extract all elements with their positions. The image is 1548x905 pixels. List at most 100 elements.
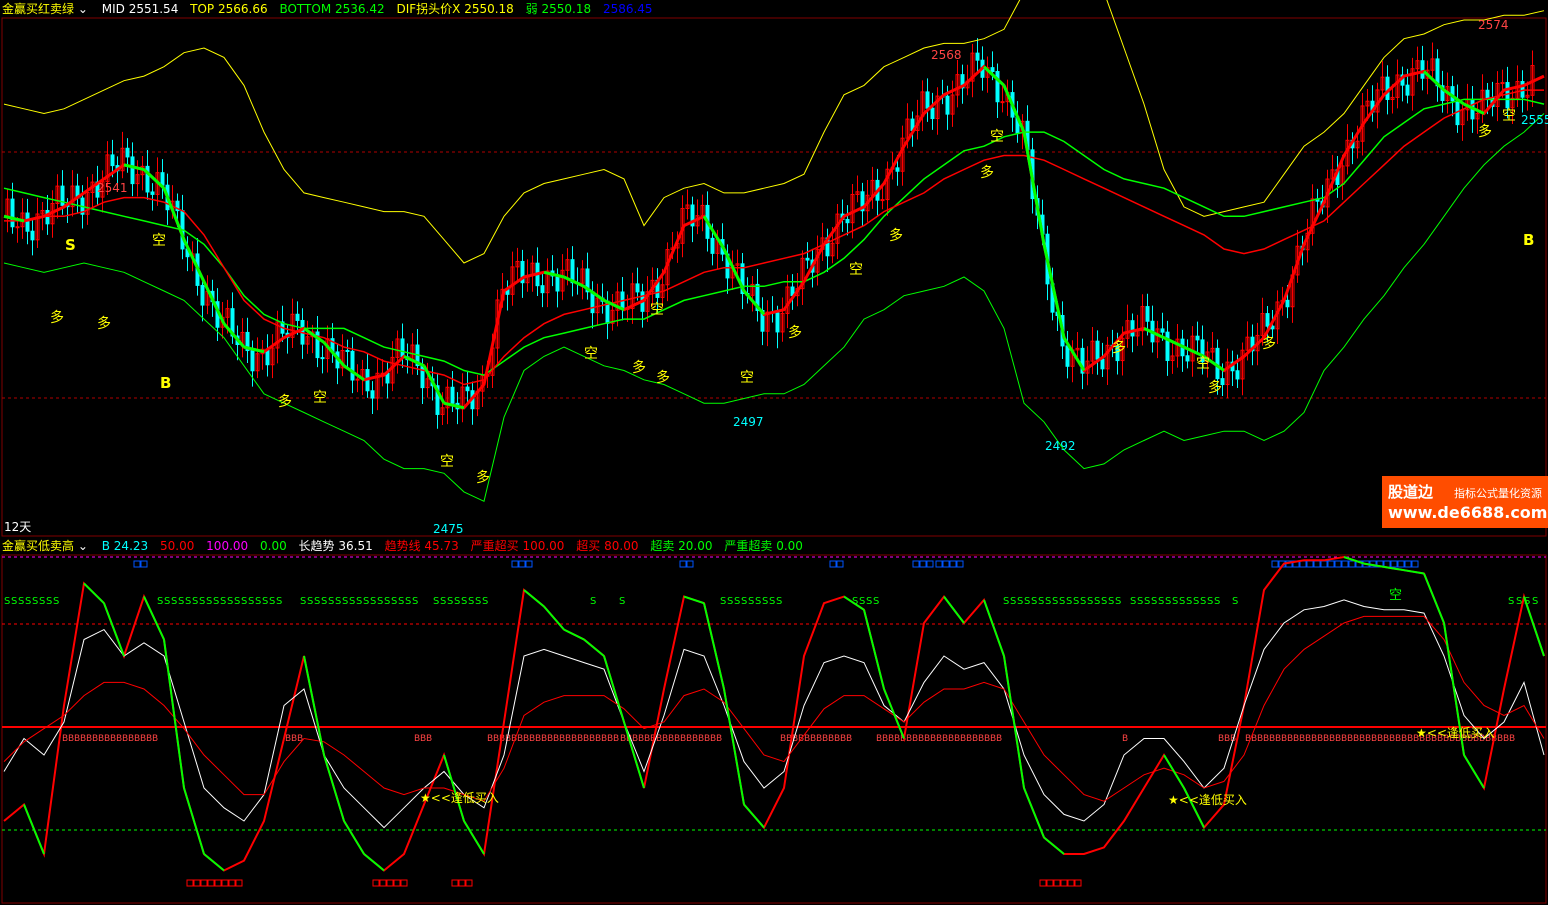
s-marker: S: [1045, 596, 1051, 607]
watermark-tagline: 指标公式量化资源: [1454, 487, 1542, 500]
svg-text:多: 多: [1478, 123, 1492, 140]
s-marker: S: [398, 596, 404, 607]
candle-body: [1500, 82, 1505, 85]
svg-text:空: 空: [584, 346, 598, 362]
candle-body: [200, 284, 205, 306]
s-marker: S: [199, 596, 205, 607]
osc-down-segment: [683, 595, 705, 605]
s-marker: S: [164, 596, 170, 607]
osc-down-segment: [863, 609, 885, 690]
lower-oscillator-chart[interactable]: SSSSSSSSSSSSSSSSSSSSSSSSSSSSSSSSSSSSSSSS…: [0, 537, 1548, 905]
candle-body: [1505, 82, 1510, 109]
top-box: [1411, 560, 1419, 568]
candle-body: [150, 191, 155, 195]
candle-body: [895, 167, 900, 172]
s-marker: S: [1232, 596, 1238, 607]
svg-text:多: 多: [632, 359, 646, 376]
candle-body: [540, 285, 545, 294]
bottom-box: [1053, 879, 1061, 887]
top-box: [140, 560, 148, 568]
top-box: [511, 560, 519, 568]
top-box: [1271, 560, 1279, 568]
s-marker: S: [248, 596, 254, 607]
s-marker: S: [461, 596, 467, 607]
bottom-box: [221, 879, 229, 887]
top-box: [949, 560, 957, 568]
candle-body: [45, 209, 50, 225]
s-marker: S: [206, 596, 212, 607]
s-marker: S: [776, 596, 782, 607]
svg-text:多: 多: [788, 324, 802, 341]
osc-line-1: [3, 599, 1545, 829]
candle-body: [975, 52, 980, 61]
osc-down-segment: [1363, 562, 1385, 568]
top-box: [912, 560, 920, 568]
top-box: [919, 560, 927, 568]
candle-body: [1000, 101, 1005, 104]
candle-body: [320, 357, 325, 360]
s-marker: S: [213, 596, 219, 607]
s-marker: S: [39, 596, 45, 607]
s-marker: S: [363, 596, 369, 607]
bottom-box: [1060, 879, 1068, 887]
s-marker: S: [1193, 596, 1199, 607]
s-marker: S: [433, 596, 439, 607]
s-marker: S: [1144, 596, 1150, 607]
s-marker: S: [384, 596, 390, 607]
candle-body: [1520, 81, 1525, 98]
upper-price-chart[interactable]: 2541 2568 2574 2475 2497 2492 S B B 空多多 …: [0, 0, 1548, 537]
top-box: [1404, 560, 1412, 568]
osc-down-segment: [723, 688, 745, 805]
top-box: [935, 560, 943, 568]
bottom-box: [186, 879, 194, 887]
osc-down-segment: [1463, 754, 1485, 789]
candle-body: [945, 95, 950, 115]
top-box: [926, 560, 934, 568]
candle-body: [30, 230, 35, 241]
osc-down-segment: [203, 853, 225, 872]
b-marker: B: [152, 734, 158, 744]
s-marker: S: [32, 596, 38, 607]
s-marker: S: [1017, 596, 1023, 607]
candle-body: [1265, 313, 1270, 327]
s-marker: S: [1059, 596, 1065, 607]
osc-down-segment: [1403, 569, 1425, 575]
s-marker: S: [1080, 596, 1086, 607]
candle-body: [990, 67, 995, 73]
osc-down-segment: [343, 820, 365, 855]
s-marker: S: [356, 596, 362, 607]
candle-body: [555, 275, 560, 292]
s-marker: S: [307, 596, 313, 607]
s-marker: S: [1200, 596, 1206, 607]
svg-text:空: 空: [313, 390, 327, 406]
s-marker: S: [53, 596, 59, 607]
osc-down-segment: [463, 820, 485, 855]
s-marker: S: [1207, 596, 1213, 607]
candle-body: [845, 218, 850, 224]
candle-body: [450, 386, 455, 404]
osc-down-segment: [983, 599, 1005, 657]
top-box: [1313, 560, 1321, 568]
s-marker: S: [762, 596, 768, 607]
s-marker: S: [1179, 596, 1185, 607]
candle-body: [925, 91, 930, 109]
b-marker: B: [426, 734, 432, 744]
peak-label: 2568: [931, 48, 962, 62]
s-marker: S: [25, 596, 31, 607]
top-box: [1306, 560, 1314, 568]
top-box: [836, 560, 844, 568]
bottom-box: [1067, 879, 1075, 887]
s-marker: S: [349, 596, 355, 607]
right-price: 2555: [1521, 113, 1548, 127]
bottom-box: [235, 879, 243, 887]
s-marker: S: [171, 596, 177, 607]
bottom-box: [458, 879, 466, 887]
osc-down-segment: [943, 595, 965, 624]
s-marker: S: [18, 596, 24, 607]
osc-down-segment: [443, 754, 465, 822]
candle-body: [1095, 340, 1100, 360]
s-marker: S: [405, 596, 411, 607]
candle-body: [130, 156, 135, 185]
candle-body: [590, 291, 595, 314]
candle-body: [1145, 306, 1150, 322]
